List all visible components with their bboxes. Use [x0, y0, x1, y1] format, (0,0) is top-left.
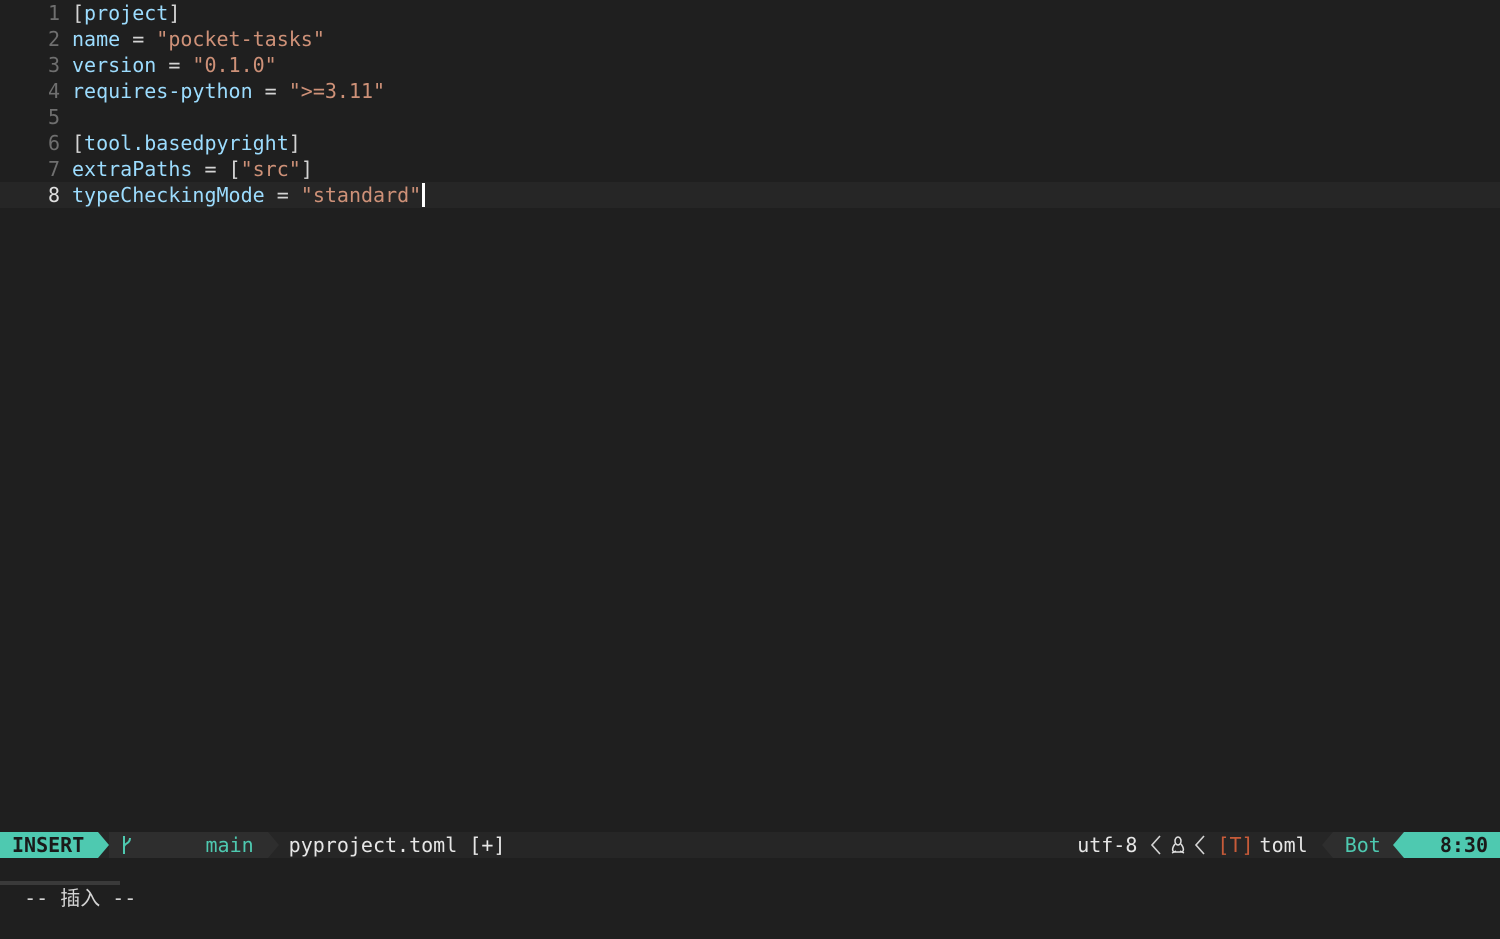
toml-key: extraPaths — [72, 157, 193, 181]
editor-line[interactable]: 3 version = "0.1.0" — [0, 52, 1500, 78]
branch-separator — [267, 832, 279, 858]
toml-key: name — [72, 27, 121, 51]
chevron-left-icon — [1189, 832, 1211, 858]
editor-line[interactable]: 6 [tool.basedpyright] — [0, 130, 1500, 156]
line-code: requires-python = ">=3.11" — [72, 78, 385, 104]
toml-string: "pocket-tasks" — [156, 27, 325, 51]
status-line: INSERT main pyproject.toml [+] utf-8 [T]… — [0, 832, 1500, 858]
toml-punctuation: = — [120, 27, 157, 51]
toml-key: version — [72, 53, 157, 77]
command-line-marker — [0, 881, 120, 885]
toml-string: ">=3.11" — [288, 79, 386, 103]
toml-key: tool.basedpyright — [84, 131, 289, 155]
linux-tux-icon — [1167, 832, 1189, 858]
toml-key: requires-python — [72, 79, 253, 103]
toml-punctuation: = — [252, 79, 289, 103]
toml-string: "standard" — [300, 183, 422, 207]
editor-line[interactable]: 7 extraPaths = ["src"] — [0, 156, 1500, 182]
command-line-text: -- 插入 -- — [24, 886, 137, 910]
toml-punctuation: ] — [300, 157, 313, 181]
editor-line[interactable]: 1 [project] — [0, 0, 1500, 26]
line-code: [project] — [72, 0, 180, 26]
line-number: 7 — [47, 157, 60, 181]
line-code: name = "pocket-tasks" — [72, 26, 325, 52]
editor-line[interactable]: 5 — [0, 104, 1500, 130]
mode-separator — [98, 832, 110, 858]
toml-punctuation: = — [192, 157, 229, 181]
scroll-position: Bot — [1332, 832, 1393, 858]
line-number: 3 — [47, 53, 60, 77]
cursor-separator — [1392, 832, 1404, 858]
toml-punctuation: [ — [72, 1, 85, 25]
chevron-left-icon — [1145, 832, 1167, 858]
file-type: toml — [1259, 833, 1308, 857]
branch-name: main — [205, 833, 254, 857]
editor-buffer[interactable]: 1 [project] 2 name = "pocket-tasks" 3 version… — [0, 0, 1500, 832]
line-number: 2 — [47, 27, 60, 51]
toml-string: "0.1.0" — [192, 53, 277, 77]
line-number: 5 — [47, 105, 60, 129]
toml-punctuation: [ — [72, 131, 85, 155]
toml-key: project — [84, 1, 169, 25]
line-number: 4 — [47, 79, 60, 103]
line-code: version = "0.1.0" — [72, 52, 277, 78]
line-code: extraPaths = ["src"] — [72, 156, 313, 182]
line-number: 1 — [47, 1, 60, 25]
toml-file-icon: [T] — [1217, 833, 1254, 857]
line-number: 8 — [47, 183, 60, 207]
toml-punctuation: ] — [168, 1, 181, 25]
file-encoding: utf-8 — [1077, 833, 1138, 857]
editor-line[interactable]: 8 typeCheckingMode = "standard" — [0, 182, 1500, 208]
toml-punctuation: [ — [228, 157, 241, 181]
line-code: [tool.basedpyright] — [72, 130, 301, 156]
file-name: pyproject.toml [+] — [288, 833, 506, 857]
toml-punctuation: = — [156, 53, 193, 77]
toml-punctuation: = — [264, 183, 301, 207]
editor-line[interactable]: 2 name = "pocket-tasks" — [0, 26, 1500, 52]
line-code: typeCheckingMode = "standard" — [72, 182, 426, 208]
git-branch: main — [109, 832, 268, 858]
position-separator — [1321, 832, 1333, 858]
command-line[interactable]: -- 插入 -- — [0, 858, 1500, 910]
toml-string: "src" — [240, 157, 301, 181]
cursor-position: 8:30 — [1403, 832, 1500, 858]
line-number: 6 — [47, 131, 60, 155]
text-cursor — [422, 183, 426, 207]
mode-indicator: INSERT — [0, 832, 99, 858]
toml-punctuation: ] — [288, 131, 301, 155]
editor-line[interactable]: 4 requires-python = ">=3.11" — [0, 78, 1500, 104]
toml-key: typeCheckingMode — [72, 183, 265, 207]
